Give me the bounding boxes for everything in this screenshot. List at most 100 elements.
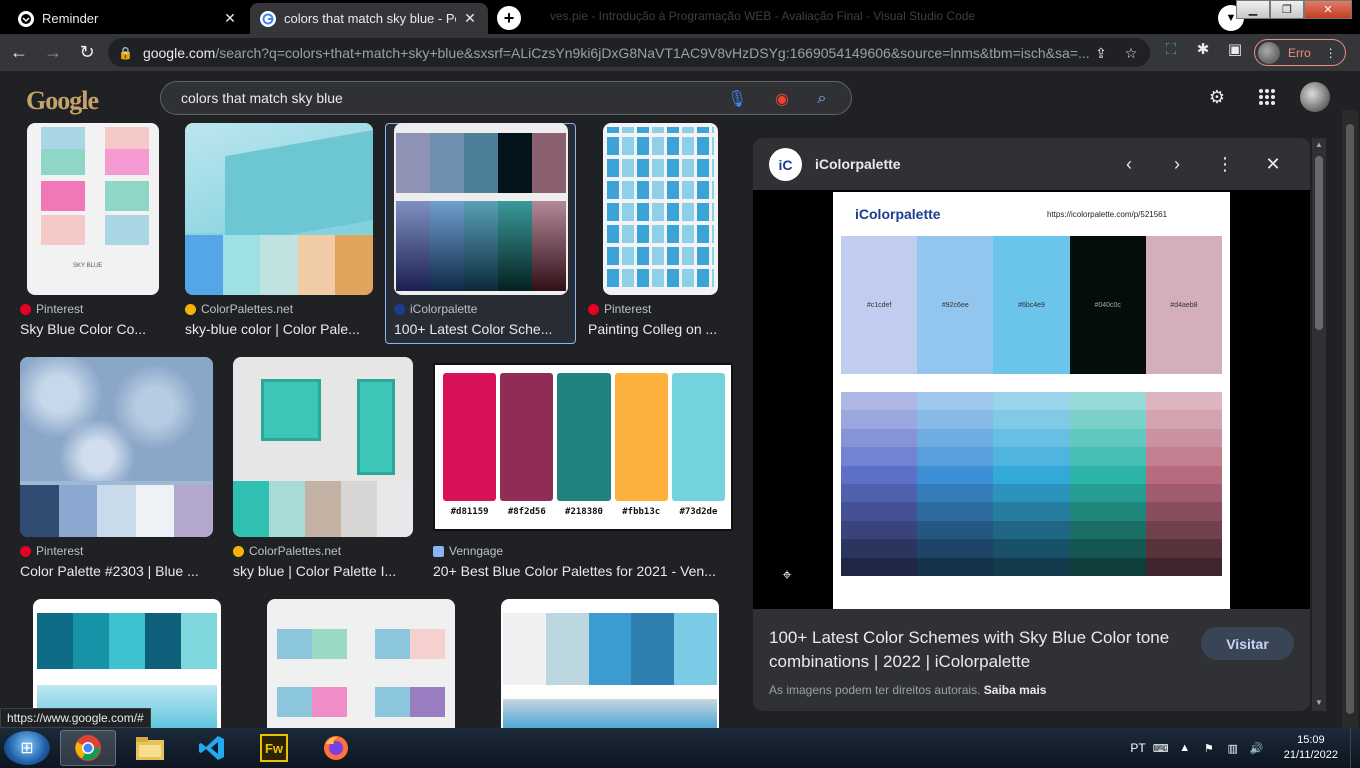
gear-icon[interactable]: ⚙ bbox=[1205, 85, 1229, 109]
reminder-icon bbox=[18, 10, 34, 27]
firefox-icon[interactable] bbox=[308, 730, 364, 766]
tab-google-search[interactable]: colors that match sky blue - Pesq ✕ bbox=[250, 3, 488, 34]
clock-time: 15:09 bbox=[1297, 734, 1325, 746]
screenshot-extension-icon[interactable]: ⛶ bbox=[1160, 38, 1182, 60]
pinterest-icon bbox=[20, 303, 31, 315]
venngage-label-strip: #d81159 #8f2d56 #218380 #fbb13c #73d2de bbox=[443, 507, 725, 517]
google-doodle-logo[interactable]: Google bbox=[26, 86, 99, 116]
shade-cell bbox=[1069, 392, 1146, 411]
shade-cell bbox=[1145, 520, 1223, 540]
color-swatch bbox=[557, 373, 611, 501]
result-thumbnail[interactable] bbox=[501, 599, 719, 728]
result-thumbnail[interactable] bbox=[267, 599, 455, 728]
window-close-icon[interactable]: ✕ bbox=[1304, 0, 1352, 19]
result-thumbnail[interactable] bbox=[233, 357, 413, 537]
chevron-right-icon[interactable]: › bbox=[1165, 152, 1189, 176]
file-explorer-icon[interactable] bbox=[122, 730, 178, 766]
result-title[interactable]: sky-blue color | Color Pale... bbox=[185, 321, 375, 337]
language-indicator[interactable]: PT bbox=[1130, 741, 1145, 755]
status-bar-url: https://www.google.com/# bbox=[0, 708, 151, 728]
shade-cell bbox=[841, 484, 918, 503]
bookmark-star-icon[interactable]: ☆ bbox=[1120, 42, 1142, 64]
shade-cell bbox=[917, 392, 994, 411]
result-thumbnail[interactable] bbox=[394, 123, 568, 295]
result-thumbnail[interactable] bbox=[20, 357, 213, 537]
scrollbar-thumb[interactable] bbox=[1346, 124, 1354, 714]
puzzle-icon[interactable]: ✱ bbox=[1192, 38, 1214, 60]
result-title[interactable]: 20+ Best Blue Color Palettes for 2021 - … bbox=[433, 563, 733, 579]
search-input[interactable]: colors that match sky blue 🎙 ◉ ⌕ bbox=[160, 81, 852, 115]
vscode-icon[interactable] bbox=[184, 730, 240, 766]
network-icon[interactable]: ▥ bbox=[1224, 742, 1242, 755]
close-icon[interactable]: ✕ bbox=[1261, 152, 1285, 176]
shade-cell bbox=[1069, 502, 1146, 521]
forward-arrow-icon[interactable]: → bbox=[38, 38, 68, 68]
result-title[interactable]: Sky Blue Color Co... bbox=[20, 321, 160, 337]
window-controls: ▁ ❐ ✕ bbox=[1236, 0, 1352, 19]
preview-image[interactable]: iColorpalette https://icolorpalette.com/… bbox=[833, 192, 1230, 609]
shade-cell bbox=[1145, 428, 1223, 448]
result-thumbnail[interactable] bbox=[185, 123, 373, 295]
apps-grid-icon[interactable] bbox=[1255, 85, 1279, 109]
preview-site-name[interactable]: iColorpalette bbox=[815, 156, 901, 172]
show-desktop-button[interactable] bbox=[1350, 728, 1360, 768]
lens-search-icon[interactable]: ⌖ bbox=[777, 566, 797, 586]
shade-cell bbox=[1069, 465, 1146, 485]
image-results-grid: SKY BLUE Pinterest Sky Blue Color Co... … bbox=[0, 123, 745, 728]
microphone-icon[interactable]: 🎙 bbox=[726, 88, 748, 110]
preview-image-brand: iColorpalette bbox=[855, 206, 941, 222]
learn-more-link[interactable]: Saiba mais bbox=[984, 683, 1047, 697]
fireworks-icon[interactable]: Fw bbox=[246, 730, 302, 766]
windows-start-button[interactable]: ⊞ bbox=[4, 731, 50, 765]
volume-icon[interactable]: 🔊 bbox=[1248, 742, 1266, 755]
result-title[interactable]: 100+ Latest Color Sche... bbox=[394, 321, 569, 337]
tab-title: Reminder bbox=[42, 11, 99, 26]
shade-cell bbox=[917, 410, 994, 429]
result-title[interactable]: Painting Colleg on ... bbox=[588, 321, 723, 337]
page-scrollbar[interactable] bbox=[1342, 110, 1358, 728]
scrollbar-thumb[interactable] bbox=[1315, 156, 1323, 330]
share-icon[interactable]: ⇪ bbox=[1090, 42, 1112, 64]
reload-icon[interactable]: ↻ bbox=[72, 38, 102, 68]
keyboard-icon[interactable]: ⌨ bbox=[1152, 742, 1170, 755]
result-title[interactable]: sky blue | Color Palette I... bbox=[233, 563, 403, 579]
result-title[interactable]: Color Palette #2303 | Blue ... bbox=[20, 563, 210, 579]
preview-title[interactable]: 100+ Latest Color Schemes with Sky Blue … bbox=[769, 626, 1189, 674]
account-avatar[interactable] bbox=[1300, 82, 1330, 112]
address-bar[interactable]: 🔒 google.com /search?q=colors+that+match… bbox=[108, 38, 1150, 67]
minimize-icon[interactable]: ▁ bbox=[1236, 0, 1270, 19]
menu-dots-icon[interactable]: ⋮ bbox=[1325, 46, 1337, 60]
shade-column bbox=[841, 392, 918, 577]
search-icon[interactable]: ⌕ bbox=[811, 88, 833, 110]
close-icon[interactable]: ✕ bbox=[462, 10, 478, 27]
shade-cell bbox=[993, 428, 1070, 448]
side-panel-icon[interactable]: ▣ bbox=[1224, 38, 1246, 60]
tab-reminder[interactable]: Reminder ✕ bbox=[8, 3, 248, 34]
search-query: colors that match sky blue bbox=[181, 90, 343, 106]
profile-button[interactable]: Erro ⋮ bbox=[1254, 39, 1346, 66]
clock[interactable]: 15:09 21/11/2022 bbox=[1284, 733, 1338, 763]
flag-icon[interactable]: ⚑ bbox=[1200, 742, 1218, 755]
visit-button[interactable]: Visitar bbox=[1201, 627, 1294, 660]
chevron-left-icon[interactable]: ‹ bbox=[1117, 152, 1141, 176]
taskbar: ⊞ Fw PT ⌨ ▲ ⚑ ▥ 🔊 15:09 21/11/2022 bbox=[0, 728, 1360, 768]
camera-lens-icon[interactable]: ◉ bbox=[771, 88, 793, 110]
maximize-icon[interactable]: ❐ bbox=[1270, 0, 1304, 19]
swatch-label: #218380 bbox=[565, 507, 603, 517]
site-logo[interactable]: iC bbox=[769, 148, 802, 181]
result-source: Pinterest bbox=[588, 302, 651, 316]
more-options-icon[interactable]: ⋮ bbox=[1213, 152, 1237, 176]
shade-cell bbox=[917, 557, 994, 577]
back-arrow-icon[interactable]: ← bbox=[4, 38, 34, 68]
new-tab-button[interactable]: + bbox=[497, 6, 521, 30]
result-thumbnail[interactable]: #d81159 #8f2d56 #218380 #fbb13c #73d2de bbox=[433, 363, 733, 531]
palette-swatch: #040c0c bbox=[1069, 236, 1146, 374]
profile-error-label: Erro bbox=[1288, 45, 1311, 60]
chevron-up-icon[interactable]: ▲ bbox=[1176, 742, 1194, 754]
url-path: /search?q=colors+that+match+sky+blue&sxs… bbox=[215, 44, 1090, 61]
preview-scrollbar[interactable]: ▲ ▼ bbox=[1312, 138, 1326, 711]
chrome-icon[interactable] bbox=[60, 730, 116, 766]
close-icon[interactable]: ✕ bbox=[222, 10, 238, 27]
result-thumbnail[interactable] bbox=[603, 123, 718, 295]
result-thumbnail[interactable]: SKY BLUE bbox=[27, 123, 159, 295]
